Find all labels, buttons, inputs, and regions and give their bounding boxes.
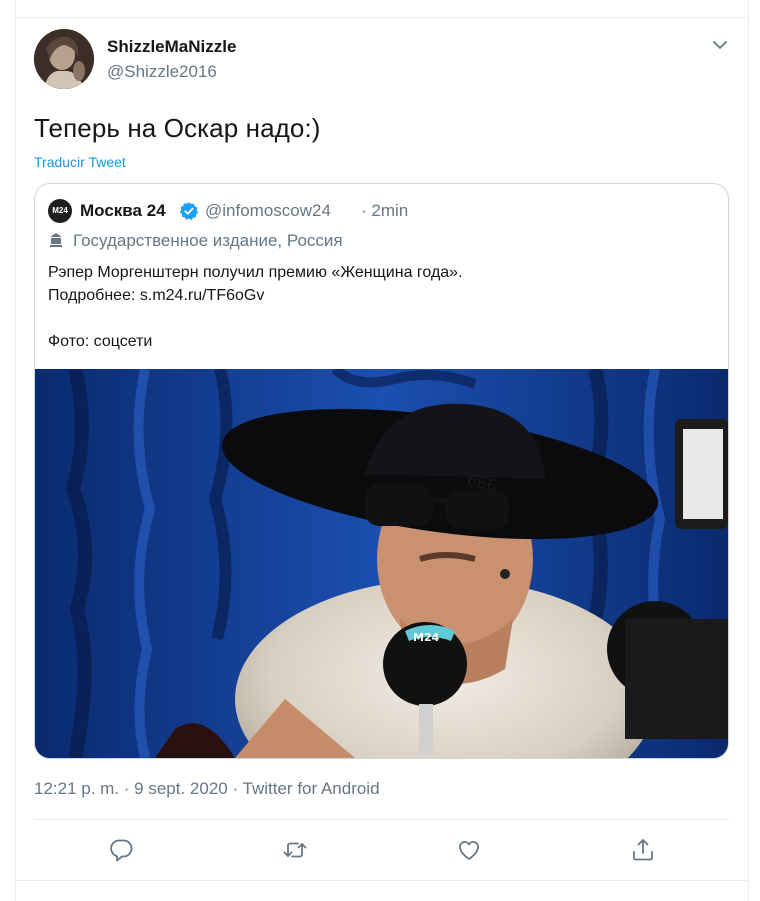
translate-tweet-link[interactable]: Traducir Tweet bbox=[34, 154, 126, 170]
avatar[interactable] bbox=[34, 29, 94, 89]
quoted-text-line bbox=[48, 307, 708, 330]
quoted-avatar: M24 bbox=[48, 199, 72, 223]
retweet-icon[interactable] bbox=[281, 836, 309, 864]
actions-divider bbox=[34, 819, 729, 820]
quoted-account-label: Государственное издание, Россия bbox=[73, 231, 343, 250]
quoted-display-name: Москва 24 bbox=[80, 201, 166, 220]
mic-logo: M24 bbox=[413, 631, 440, 644]
bottom-divider bbox=[16, 880, 748, 881]
quoted-text-line: Рэпер Моргенштерн получил премию «Женщин… bbox=[48, 264, 463, 281]
government-building-icon bbox=[48, 232, 64, 248]
tweet-text: Теперь на Оскар надо:) bbox=[34, 113, 321, 143]
top-divider bbox=[16, 17, 748, 18]
display-name[interactable]: ShizzleMaNizzle bbox=[107, 37, 236, 57]
heart-icon[interactable] bbox=[455, 836, 483, 864]
quoted-text: Рэпер Моргенштерн получил премию «Женщин… bbox=[48, 261, 708, 353]
share-icon[interactable] bbox=[629, 836, 657, 864]
quoted-text-line: Фото: соцсети bbox=[48, 333, 153, 350]
verified-badge-icon bbox=[179, 201, 199, 221]
quoted-time: · 2min bbox=[361, 201, 409, 220]
reply-icon[interactable] bbox=[107, 836, 135, 864]
user-handle[interactable]: @Shizzle2016 bbox=[107, 62, 217, 82]
quoted-tweet[interactable]: M24 Москва 24 @infomoscow24 · 2min Госуд… bbox=[34, 183, 729, 759]
quoted-handle: @infomoscow24 bbox=[205, 201, 331, 220]
quoted-photo[interactable]: 666 M24 bbox=[35, 369, 728, 758]
quoted-text-line: Подробнее: s.m24.ru/TF6oGv bbox=[48, 287, 265, 304]
chevron-down-icon[interactable] bbox=[710, 37, 730, 53]
tweet-timestamp[interactable]: 12:21 p. m. · 9 sept. 2020 · Twitter for… bbox=[34, 779, 380, 799]
